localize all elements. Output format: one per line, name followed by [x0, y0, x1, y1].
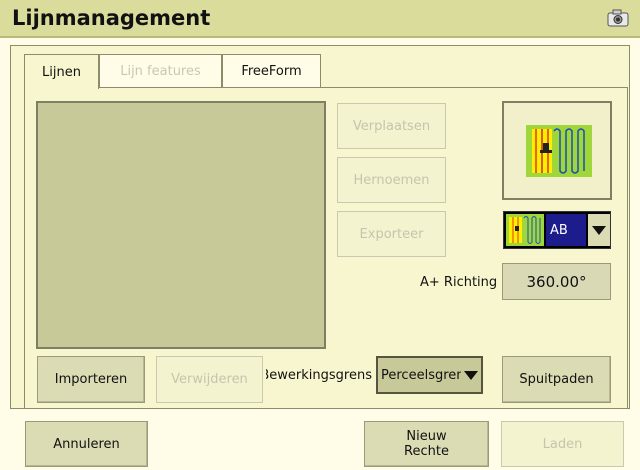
line-type-arrow[interactable]	[588, 214, 610, 246]
tab-lijnen-label: Lijnen	[42, 64, 81, 80]
rename-button[interactable]: Hernoemen	[337, 157, 446, 203]
new-line-label-top: Nieuw	[406, 429, 447, 444]
rename-button-label: Hernoemen	[353, 172, 430, 188]
boundary-value: Perceelsgrens	[381, 368, 463, 383]
window-title: Lijnmanagement	[12, 6, 211, 30]
cancel-button-label: Annuleren	[53, 436, 120, 452]
spray-paths-button-label: Spuitpaden	[519, 372, 594, 387]
load-button-label: Laden	[542, 436, 583, 452]
tab-freeform[interactable]: FreeForm	[222, 54, 321, 87]
cancel-button[interactable]: Annuleren	[25, 421, 148, 467]
chevron-down-icon	[592, 225, 606, 235]
line-type-dropdown[interactable]: AB	[503, 211, 611, 249]
field-lines-preview-icon	[526, 125, 592, 177]
camera-icon[interactable]	[607, 9, 629, 27]
export-button[interactable]: Exporteer	[337, 211, 446, 257]
new-line-button[interactable]: Nieuw Rechte	[364, 421, 489, 467]
line-type-value: AB	[546, 214, 586, 246]
line-preview	[502, 101, 612, 200]
direction-value[interactable]: 360.00°	[502, 263, 611, 300]
tab-lijn-features: Lijn features	[99, 54, 222, 87]
tab-lijnen[interactable]: Lijnen	[24, 54, 99, 89]
ab-line-icon	[506, 214, 544, 246]
boundary-label: Bewerkingsgrens	[266, 368, 372, 383]
chevron-down-icon	[464, 370, 478, 380]
new-line-label-bottom: Rechte	[404, 444, 449, 459]
boundary-dropdown[interactable]: Perceelsgrens	[376, 356, 483, 394]
tab-freeform-label: FreeForm	[241, 63, 302, 79]
import-button[interactable]: Importeren	[37, 356, 145, 403]
export-button-label: Exporteer	[359, 226, 424, 242]
load-button[interactable]: Laden	[501, 421, 624, 467]
boundary-arrow[interactable]	[461, 358, 481, 392]
move-button-label: Verplaatsen	[352, 118, 431, 134]
direction-label: A+ Richting	[420, 275, 498, 290]
import-button-label: Importeren	[54, 372, 128, 387]
line-list[interactable]	[36, 101, 326, 349]
tab-lijn-features-label: Lijn features	[120, 63, 201, 79]
delete-button-label: Verwijderen	[171, 372, 248, 387]
delete-button[interactable]: Verwijderen	[156, 356, 263, 403]
move-button[interactable]: Verplaatsen	[337, 103, 446, 149]
boundary-label-wrap: Bewerkingsgrens	[266, 368, 372, 386]
title-bar: Lijnmanagement	[0, 0, 640, 38]
spray-paths-button[interactable]: Spuitpaden	[502, 356, 611, 403]
